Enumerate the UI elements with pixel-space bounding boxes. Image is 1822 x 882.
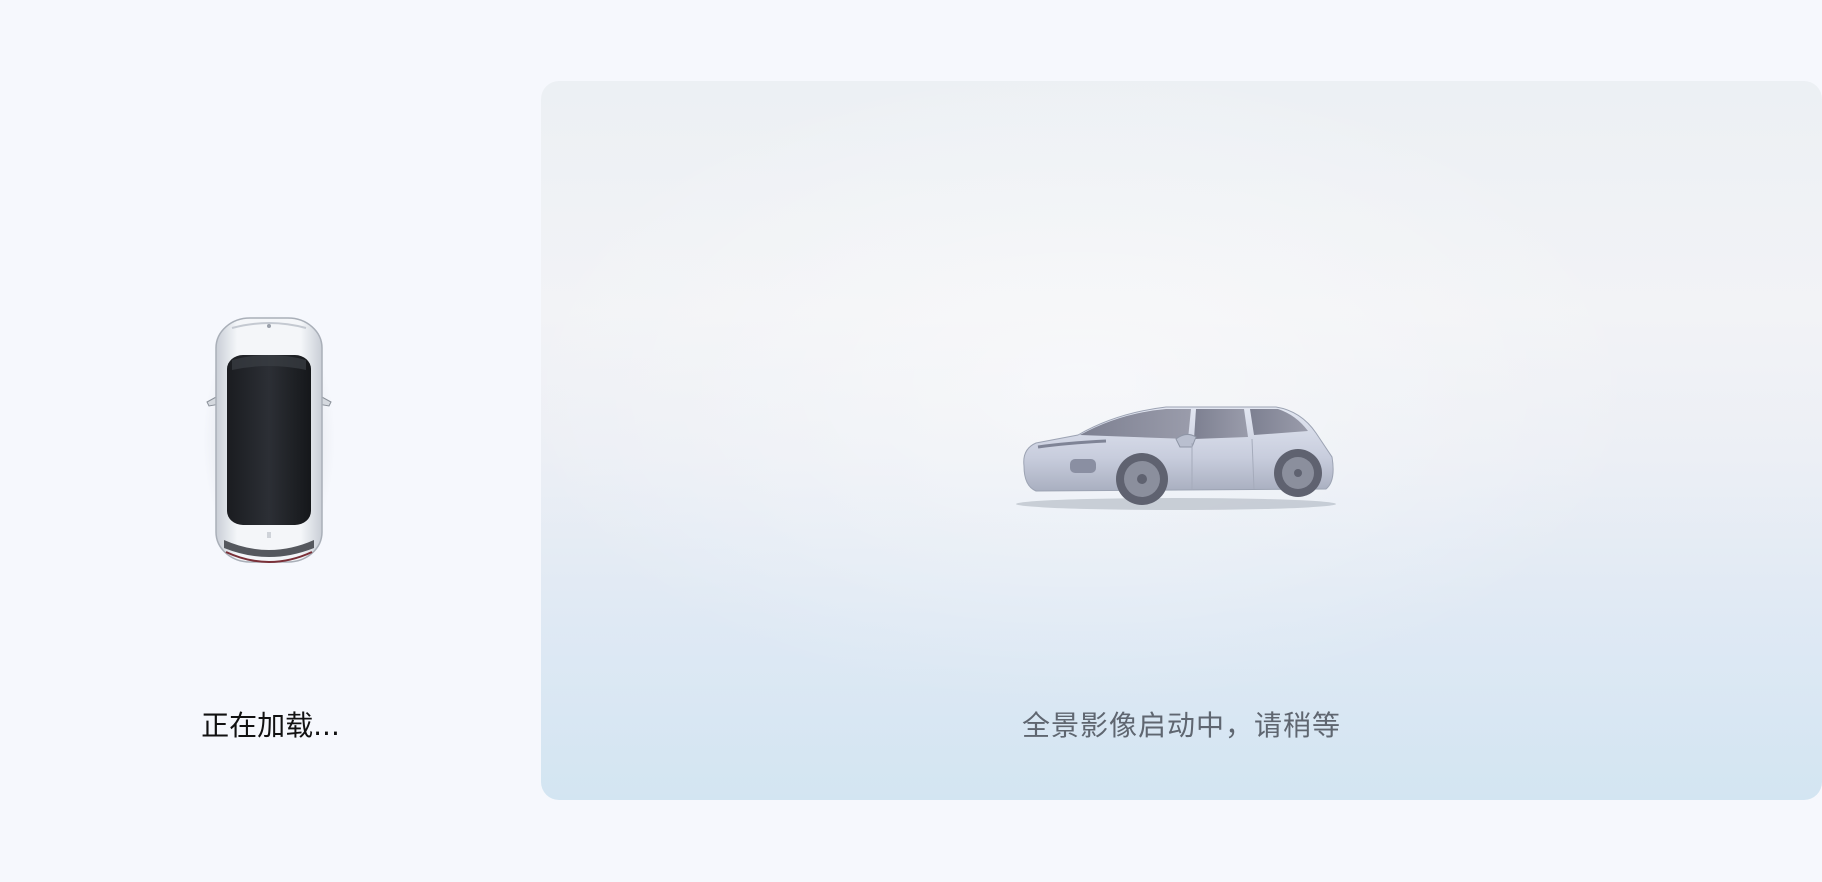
- loading-label: 正在加载...: [201, 709, 340, 742]
- car-side-view-icon: [1016, 406, 1336, 510]
- panoramic-view-screen: 正在加载... 全景影像启动中，请稍等: [0, 0, 1822, 882]
- panoramic-camera-view: 全景影像启动中，请稍等: [541, 81, 1822, 800]
- car-status-panel: 正在加载...: [0, 0, 541, 882]
- car-top-view-icon: [203, 312, 335, 568]
- startup-status-label: 全景影像启动中，请稍等: [1021, 709, 1341, 742]
